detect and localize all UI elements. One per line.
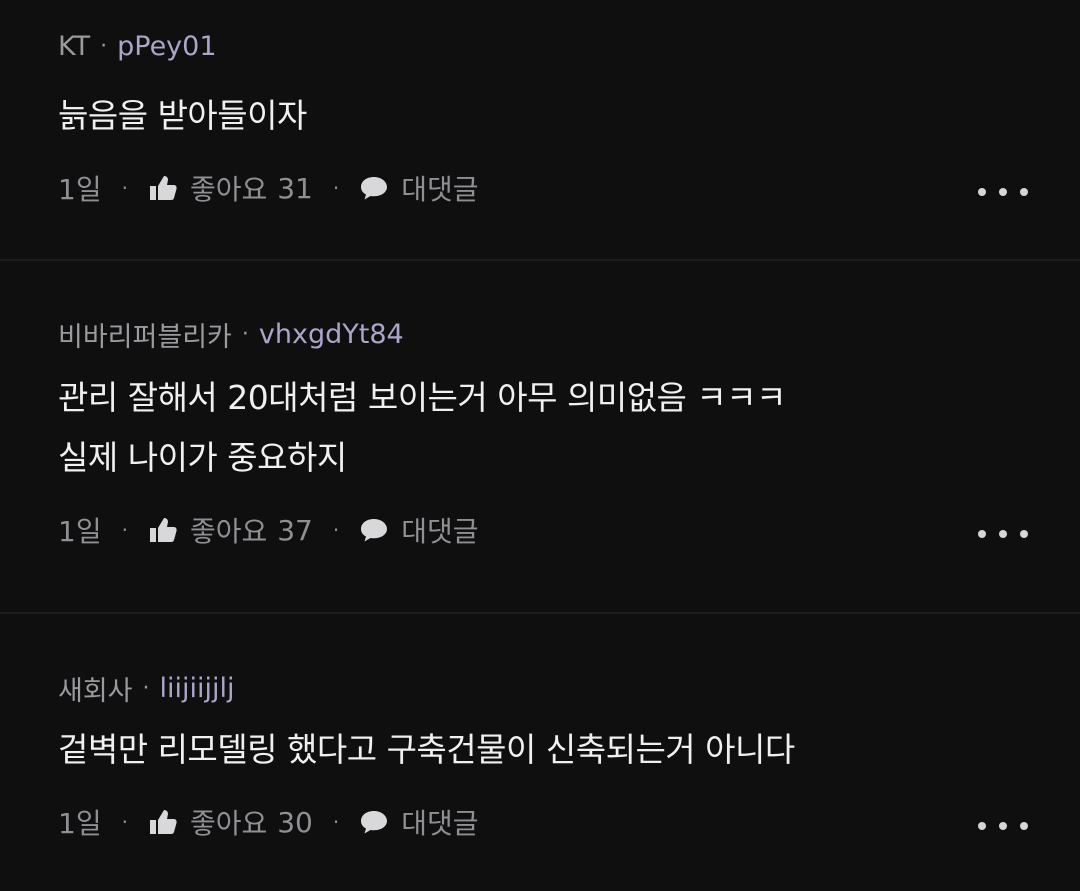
action-separator: ·	[332, 810, 340, 834]
more-dots-icon[interactable]	[978, 522, 1028, 546]
like-label: 좋아요	[189, 173, 268, 206]
author-separator: ·	[241, 321, 249, 347]
thumbs-up-icon	[148, 808, 178, 836]
more-dots-icon[interactable]	[978, 180, 1028, 204]
comment-item: 새회사 · liijiijjlj 겉벽만 리모델링 했다고 구축건물이 신축되는…	[0, 668, 1080, 844]
author-username[interactable]: vhxgdYt84	[259, 319, 404, 350]
like-count: 30	[277, 805, 313, 839]
comment-text: 관리 잘해서 20대처럼 보이는거 아무 의미없음 ㅋㅋㅋ 실제 나이가 중요하…	[58, 378, 787, 477]
comment-item: 비바리퍼블리카 · vhxgdYt84 관리 잘해서 20대처럼 보이는거 아무…	[0, 314, 1080, 552]
action-separator: ·	[121, 176, 128, 200]
speech-bubble-icon	[359, 516, 389, 544]
reply-button[interactable]: 대댓글	[359, 802, 479, 842]
like-count: 31	[277, 171, 313, 205]
comment-time: 1일	[58, 515, 102, 548]
more-dots-icon[interactable]	[978, 814, 1028, 838]
author-company: KT	[58, 30, 91, 62]
author-separator: ·	[100, 33, 108, 59]
comment-text: 겉벽만 리모델링 했다고 구축건물이 신축되는거 아니다	[58, 730, 795, 769]
reply-button[interactable]: 대댓글	[359, 510, 479, 550]
speech-bubble-icon	[359, 174, 389, 202]
like-label: 좋아요	[189, 515, 268, 548]
action-separator: ·	[121, 810, 128, 834]
action-separator: ·	[332, 518, 340, 542]
comment-divider	[0, 612, 1080, 614]
comment-author-line: 비바리퍼블리카 · vhxgdYt84	[58, 314, 1040, 354]
like-button[interactable]: 좋아요 31	[148, 168, 313, 208]
author-company: 새회사	[58, 675, 133, 707]
comment-author-line: 새회사 · liijiijjlj	[58, 668, 1040, 708]
reply-button[interactable]: 대댓글	[359, 168, 479, 208]
like-button[interactable]: 좋아요 37	[148, 510, 313, 550]
comment-actions: 1일 · 좋아요 31 · 대댓글	[58, 166, 1040, 210]
comment-text: 늙음을 받아들이자	[58, 96, 307, 135]
reply-label: 대댓글	[401, 173, 479, 206]
reply-label: 대댓글	[401, 515, 479, 548]
action-separator: ·	[332, 176, 340, 200]
comment-time: 1일	[58, 173, 102, 206]
comment-actions: 1일 · 좋아요 30 · 대댓글	[58, 800, 1040, 844]
action-separator: ·	[121, 518, 128, 542]
author-company: 비바리퍼블리카	[58, 321, 232, 353]
author-username[interactable]: liijiijjlj	[160, 673, 235, 704]
thumbs-up-icon	[148, 174, 178, 202]
like-count: 37	[277, 513, 313, 547]
like-button[interactable]: 좋아요 30	[148, 802, 313, 842]
like-label: 좋아요	[189, 807, 268, 840]
comment-author-line: KT · pPey01	[58, 26, 1040, 66]
author-username[interactable]: pPey01	[117, 31, 216, 62]
thumbs-up-icon	[148, 516, 178, 544]
reply-label: 대댓글	[401, 807, 479, 840]
comment-time: 1일	[58, 807, 102, 840]
comment-item: KT · pPey01 늙음을 받아들이자 1일 · 좋아요 31 · 대댓글	[0, 26, 1080, 210]
comment-divider	[0, 259, 1080, 261]
comment-actions: 1일 · 좋아요 37 · 대댓글	[58, 508, 1040, 552]
author-separator: ·	[142, 675, 150, 701]
speech-bubble-icon	[359, 808, 389, 836]
